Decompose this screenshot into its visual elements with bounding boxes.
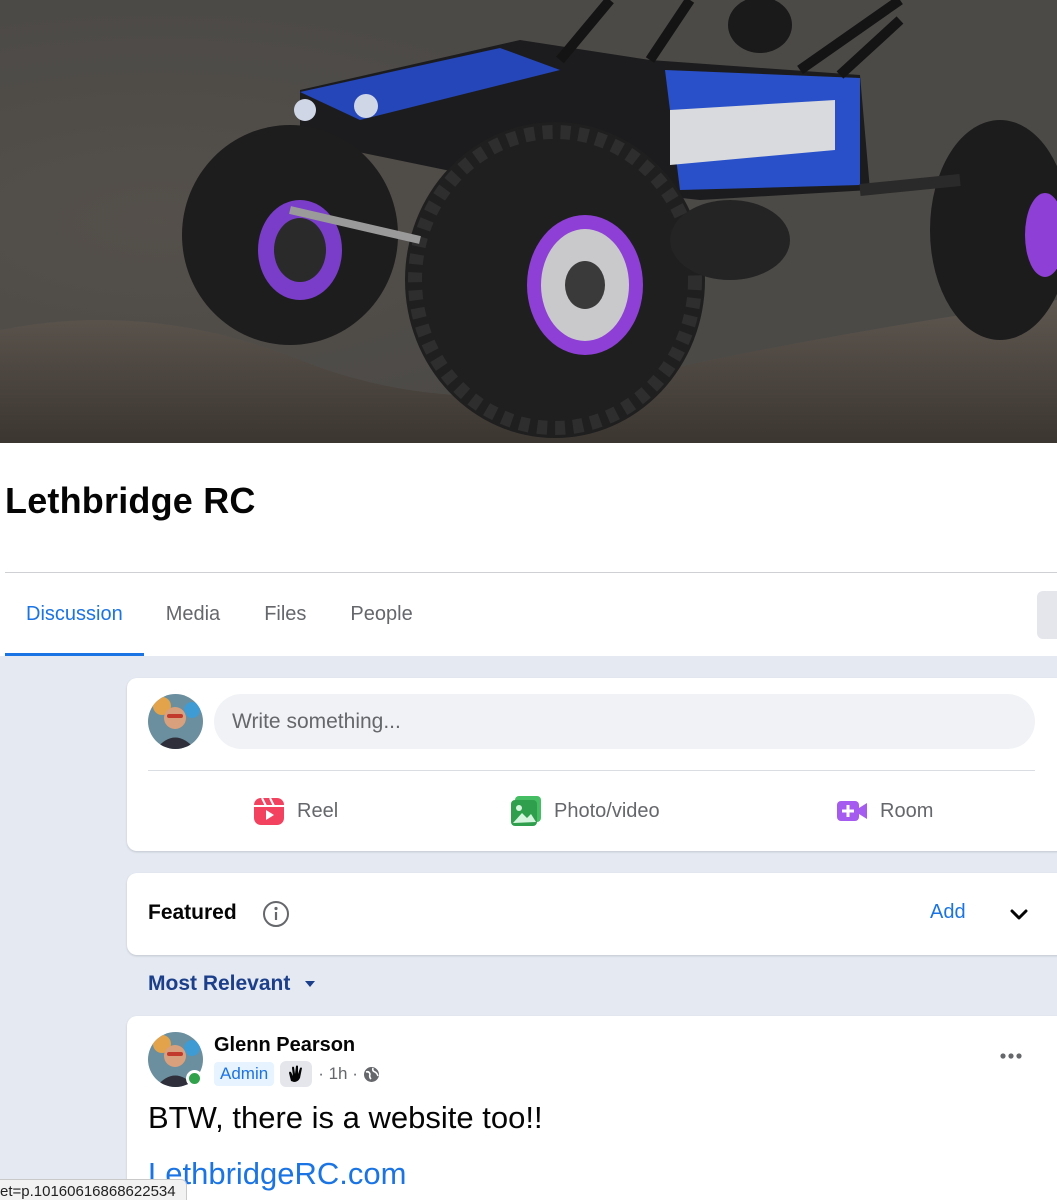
globe-icon	[363, 1066, 379, 1082]
admin-badge[interactable]: Admin	[214, 1062, 275, 1086]
composer-input[interactable]: Write something...	[214, 694, 1035, 749]
chevron-down-icon[interactable]	[1004, 900, 1034, 930]
status-bar-url: et=p.10160616868622534	[0, 1179, 187, 1200]
caret-down-icon	[305, 981, 316, 987]
featured-label: Featured	[148, 901, 237, 924]
group-tabs: Discussion Media Files People	[5, 573, 1057, 656]
reel-label: Reel	[297, 799, 339, 822]
reel-icon	[254, 797, 284, 825]
cover-photo	[0, 0, 1057, 443]
post-composer: Write something... Reel Photo/video Room	[127, 678, 1057, 851]
composer-divider	[148, 770, 1035, 771]
group-name: Lethbridge RC	[5, 480, 256, 521]
reel-button[interactable]: Reel	[253, 791, 338, 831]
sort-dropdown[interactable]: Most Relevant	[148, 972, 318, 996]
tab-discussion[interactable]: Discussion	[5, 573, 144, 656]
online-status-indicator	[186, 1070, 203, 1087]
photo-video-button[interactable]: Photo/video	[510, 791, 660, 831]
post-card: Glenn Pearson Admin · 1h · BTW, there is…	[127, 1016, 1057, 1200]
video-room-icon	[837, 801, 867, 821]
tab-people[interactable]: People	[328, 573, 434, 656]
room-label: Room	[880, 799, 934, 822]
post-link[interactable]: LethbridgeRC.com	[148, 1156, 406, 1192]
more-options-icon[interactable]	[995, 1040, 1027, 1072]
post-time[interactable]: · 1h ·	[318, 1064, 358, 1084]
add-featured-link[interactable]: Add	[930, 901, 966, 924]
wave-hand-icon[interactable]	[280, 1061, 313, 1087]
sort-label: Most Relevant	[148, 972, 291, 995]
room-button[interactable]: Room	[836, 791, 933, 831]
photo-icon	[511, 796, 541, 826]
post-author[interactable]: Glenn Pearson	[214, 1034, 355, 1057]
featured-section: Featured Add	[127, 873, 1057, 955]
header-more-button[interactable]	[1037, 591, 1057, 639]
photo-video-label: Photo/video	[554, 799, 660, 822]
post-meta: Admin · 1h ·	[214, 1061, 380, 1087]
avatar[interactable]	[148, 694, 203, 749]
tab-files[interactable]: Files	[242, 573, 328, 656]
tab-media[interactable]: Media	[144, 573, 242, 656]
post-body: BTW, there is a website too!!	[148, 1100, 543, 1135]
info-icon[interactable]	[262, 900, 290, 928]
